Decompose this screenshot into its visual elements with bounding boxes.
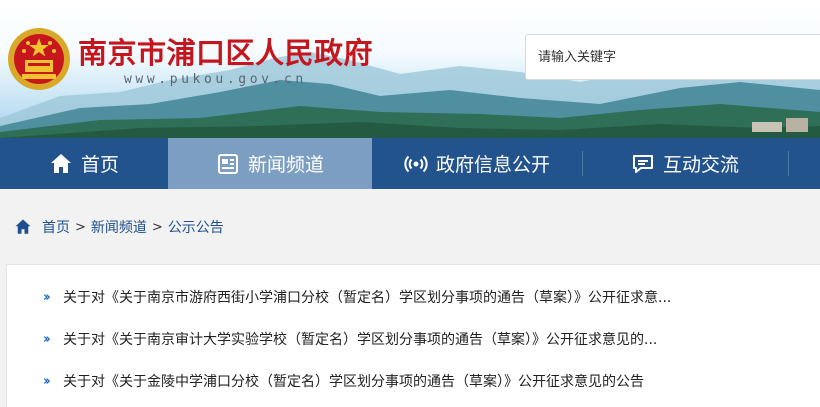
chat-icon [631,152,655,176]
main-nav: 首页 新闻频道 政府信息公开 互动交流 [0,138,820,189]
nav-item-gov-info[interactable]: 政府信息公开 [372,138,582,189]
national-emblem-icon [6,26,72,92]
double-chevron-icon: ›› [43,331,51,347]
article-list-panel: ›› 关于对《关于南京市游府西街小学浦口分校（暂定名）学区划分事项的通告（草案）… [6,264,820,407]
nav-item-home[interactable]: 首页 [0,138,168,189]
list-item[interactable]: ›› 关于对《关于南京市游府西街小学浦口分校（暂定名）学区划分事项的通告（草案）… [43,286,671,308]
home-icon[interactable] [14,218,32,236]
site-url: www.pukou.gov.cn [124,72,307,87]
breadcrumb-news[interactable]: 新闻频道 [91,217,147,237]
site-header: 南京市浦口区人民政府 www.pukou.gov.cn [0,0,820,138]
nav-item-label: 新闻频道 [247,154,324,176]
breadcrumb-separator: > [75,219,86,235]
nav-item-label: 首页 [80,154,119,176]
breadcrumb-announcements[interactable]: 公示公告 [168,217,224,237]
nav-item-news[interactable]: 新闻频道 [168,138,372,189]
nav-divider [582,151,583,176]
double-chevron-icon: ›› [43,373,51,389]
breadcrumb: 首页 > 新闻频道 > 公示公告 [14,216,224,238]
broadcast-icon [404,152,428,176]
list-item[interactable]: ›› 关于对《关于金陵中学浦口分校（暂定名）学区划分事项的通告（草案）》公开征求… [43,370,644,392]
breadcrumb-home[interactable]: 首页 [42,217,70,237]
nav-divider [788,151,789,176]
double-chevron-icon: ›› [43,289,51,305]
nav-item-label: 互动交流 [662,154,739,176]
list-item-title: 关于对《关于金陵中学浦口分校（暂定名）学区划分事项的通告（草案）》公开征求意见的… [63,374,644,390]
newspaper-icon [216,152,240,176]
breadcrumb-separator: > [151,219,163,235]
site-title: 南京市浦口区人民政府 [78,36,374,70]
nav-item-label: 政府信息公开 [435,154,550,176]
search-input[interactable] [538,35,808,79]
nav-item-interaction[interactable]: 互动交流 [582,138,788,189]
home-icon [49,152,73,176]
search-box [525,34,820,80]
list-item-title: 关于对《关于南京审计大学实验学校（暂定名）学区划分事项的通告（草案）》公开征求意… [63,332,658,348]
list-item-title: 关于对《关于南京市游府西街小学浦口分校（暂定名）学区划分事项的通告（草案）》公开… [63,290,672,306]
list-item[interactable]: ›› 关于对《关于南京审计大学实验学校（暂定名）学区划分事项的通告（草案）》公开… [43,328,657,350]
